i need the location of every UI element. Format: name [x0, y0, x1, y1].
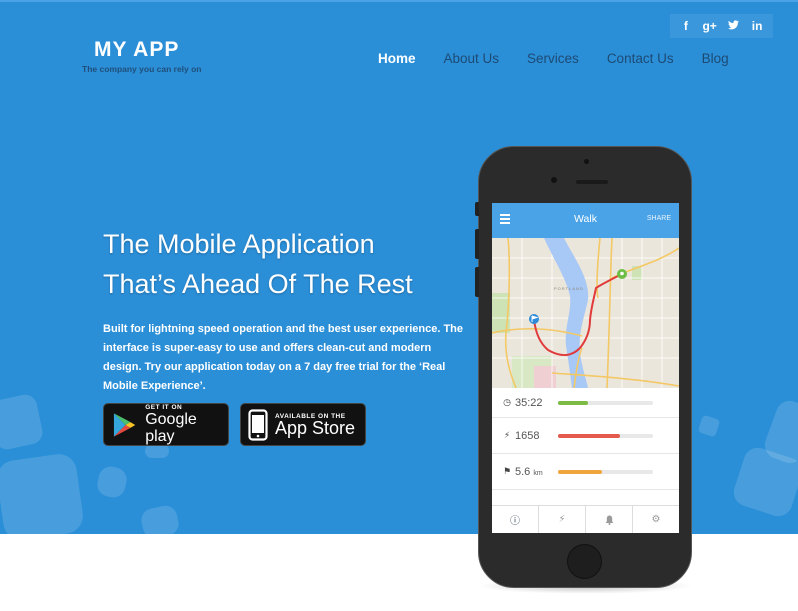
stat-value: 35:22 [515, 396, 543, 409]
tab-notifications[interactable] [586, 506, 633, 533]
linkedin-icon[interactable]: in [746, 19, 768, 33]
info-icon: ⓘ [510, 516, 520, 527]
google-play-big-label: Google play [145, 411, 197, 445]
settings-icon: ⚙ [651, 514, 661, 525]
phone-screen: Walk SHARE PORTLAND ◷ 35:22 ⚡ 1658 ⚑ 5.6… [492, 203, 679, 533]
progress-track [558, 433, 653, 438]
app-store-button[interactable]: AVAILABLE ON THE App Store [240, 403, 366, 446]
tab-settings[interactable]: ⚙ [633, 506, 679, 533]
google-play-button[interactable]: GET IT ON Google play [103, 403, 229, 446]
route-map[interactable]: PORTLAND [492, 238, 679, 388]
clock-icon: ◷ [503, 397, 511, 408]
hero-headline: The Mobile Application That’s Ahead Of T… [103, 224, 483, 304]
decorative-basketball-icon [0, 392, 45, 452]
stat-row-distance: ⚑ 5.6 km [492, 454, 679, 490]
progress-fill [558, 469, 602, 474]
decorative-card-icon [139, 503, 181, 534]
phone-sensor [551, 177, 557, 183]
google-play-small-label: GET IT ON [145, 404, 183, 411]
google-plus-icon[interactable]: g+ [699, 19, 721, 33]
google-play-icon [113, 412, 136, 437]
stat-value: 5.6 km [515, 465, 543, 478]
map-city-label: PORTLAND [554, 286, 584, 291]
phone-mute-switch [475, 202, 479, 216]
nav-item-about-us[interactable]: About Us [444, 51, 500, 66]
share-button[interactable]: SHARE [647, 215, 671, 222]
decorative-card-icon [145, 444, 169, 458]
activity-icon: ⚡ [558, 514, 566, 525]
phone-volume-down [475, 267, 479, 297]
phone-volume-up [475, 229, 479, 259]
phone-home-button [567, 544, 602, 579]
app-bar: Walk SHARE [492, 203, 679, 238]
phone-speaker [576, 180, 608, 184]
nav-item-services[interactable]: Services [527, 51, 579, 66]
progress-fill [558, 433, 620, 438]
bell-icon [605, 515, 613, 525]
logo-tagline: The company you can rely on [82, 64, 202, 74]
app-tab-bar: ⓘ ⚡ ⚙ [492, 505, 679, 533]
nav-item-contact-us[interactable]: Contact Us [607, 51, 674, 66]
logo-title: MY APP [94, 38, 180, 61]
flag-icon: ⚑ [502, 466, 512, 477]
headline-line-2: That’s Ahead Of The Rest [103, 269, 413, 299]
stat-value: 1658 [515, 429, 540, 442]
decorative-chat-icon [0, 451, 86, 534]
stat-row-steps: ⚡ 1658 [492, 418, 679, 454]
main-nav: Home About Us Services Contact Us Blog [378, 51, 757, 66]
progress-track [558, 469, 653, 474]
stat-row-time: ◷ 35:22 [492, 388, 679, 418]
twitter-icon[interactable] [722, 19, 744, 33]
app-store-big-label: App Store [275, 417, 356, 438]
progress-fill [558, 400, 589, 405]
phone-camera [584, 159, 589, 164]
phone-mockup: Walk SHARE PORTLAND ◷ 35:22 ⚡ 1658 ⚑ 5.6… [475, 146, 692, 588]
nav-item-blog[interactable]: Blog [702, 51, 729, 66]
social-links: f g+ in [670, 14, 773, 38]
headline-line-1: The Mobile Application [103, 229, 375, 259]
nav-item-home[interactable]: Home [378, 51, 416, 66]
progress-track [558, 400, 653, 405]
steps-icon: ⚡ [503, 430, 511, 441]
logo[interactable]: MY APP The company you can rely on [82, 38, 202, 74]
decorative-restaurant-icon [95, 464, 129, 500]
hero-description: Built for lightning speed operation and … [103, 323, 463, 392]
facebook-icon[interactable]: f [675, 19, 697, 33]
tab-info[interactable]: ⓘ [492, 506, 539, 533]
iphone-icon [248, 408, 268, 441]
decorative-refresh-icon [697, 414, 721, 438]
start-marker [529, 314, 539, 324]
tab-activity[interactable]: ⚡ [539, 506, 586, 533]
